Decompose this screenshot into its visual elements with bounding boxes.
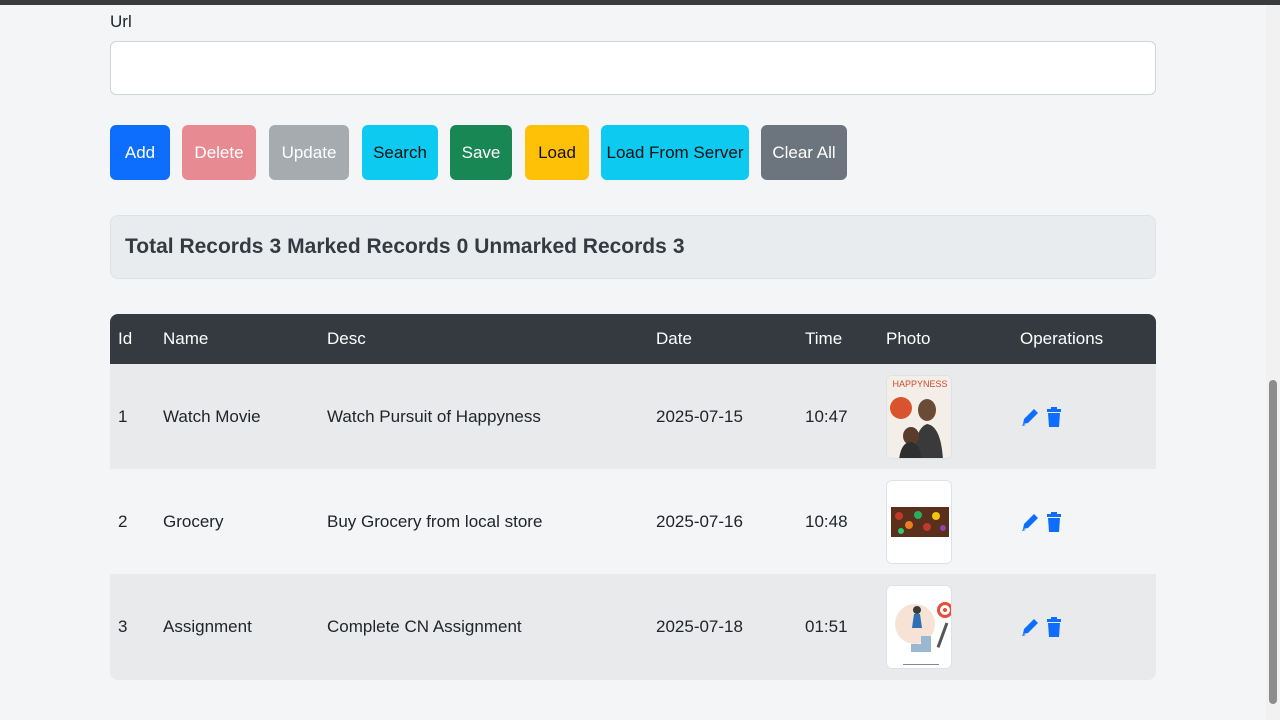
row-id: 1 (118, 406, 128, 426)
row-operations (1020, 469, 1064, 574)
row-id: 3 (118, 617, 128, 636)
row-time: 10:48 (805, 511, 848, 531)
row-name: Assignment (163, 617, 252, 636)
header-operations: Operations (1020, 329, 1104, 348)
row-time: 10:47 (805, 406, 848, 426)
row-photo (886, 469, 952, 574)
load-from-server-button[interactable]: Load From Server (601, 125, 749, 180)
marked-records-count: 0 (456, 235, 469, 258)
table-header: Id Name Desc Date Time Photo Operations (110, 314, 1156, 364)
header-id: Id (118, 329, 133, 348)
delete-button[interactable]: Delete (182, 125, 256, 180)
pencil-icon[interactable] (1020, 616, 1040, 638)
row-name: Grocery (163, 511, 224, 531)
row-photo (886, 574, 952, 680)
assignment-image (887, 586, 951, 668)
header-time: Time (805, 329, 843, 348)
table-row: 1 Watch Movie Watch Pursuit of Happyness… (110, 364, 1156, 469)
search-button[interactable]: Search (362, 125, 438, 180)
row-photo: HAPPYNESS (886, 364, 952, 469)
row-time: 01:51 (805, 617, 848, 636)
row-id: 2 (118, 511, 128, 531)
unmarked-records-count: 3 (672, 235, 685, 258)
row-date: 2025-07-15 (656, 406, 743, 426)
grocery-thumbnail (886, 479, 952, 564)
records-summary: Total Records 3 Marked Records 0 Unmarke… (110, 215, 1156, 279)
load-button[interactable]: Load (525, 125, 589, 180)
pencil-icon[interactable] (1020, 406, 1040, 428)
table-row: 2 Grocery Buy Grocery from local store 2… (110, 469, 1156, 574)
unmarked-records-label: Unmarked Records (474, 235, 667, 258)
trash-icon[interactable] (1044, 511, 1064, 533)
header-name: Name (163, 329, 209, 348)
assignment-thumbnail (886, 585, 952, 669)
trash-icon[interactable] (1044, 616, 1064, 638)
scrollbar-thumb[interactable] (1269, 380, 1277, 704)
total-records-label: Total Records (125, 235, 264, 258)
table-row: 3 Assignment Complete CN Assignment 2025… (110, 574, 1156, 680)
row-desc: Complete CN Assignment (327, 617, 522, 636)
header-desc: Desc (327, 329, 366, 348)
movie-poster-image: HAPPYNESS (887, 375, 951, 458)
row-operations (1020, 364, 1064, 469)
header-date: Date (656, 329, 692, 348)
window-top-bar (0, 0, 1280, 5)
grocery-image (887, 480, 951, 563)
url-input[interactable] (110, 41, 1156, 95)
update-button[interactable]: Update (269, 125, 349, 180)
marked-records-label: Marked Records (287, 235, 451, 258)
pencil-icon[interactable] (1020, 511, 1040, 533)
header-photo: Photo (886, 329, 931, 348)
save-button[interactable]: Save (450, 125, 512, 180)
row-date: 2025-07-16 (656, 511, 743, 531)
row-desc: Buy Grocery from local store (327, 511, 543, 531)
total-records-count: 3 (269, 235, 282, 258)
add-button[interactable]: Add (110, 125, 170, 180)
clear-all-button[interactable]: Clear All (761, 125, 847, 180)
row-date: 2025-07-18 (656, 617, 743, 636)
records-table: Id Name Desc Date Time Photo Operations … (110, 314, 1156, 680)
row-name: Watch Movie (163, 406, 261, 426)
row-operations (1020, 574, 1064, 680)
url-label: Url (110, 12, 132, 31)
poster-title: HAPPYNESS (892, 379, 947, 389)
movie-poster-thumbnail: HAPPYNESS (886, 374, 952, 459)
trash-icon[interactable] (1044, 406, 1064, 428)
row-desc: Watch Pursuit of Happyness (327, 406, 541, 426)
